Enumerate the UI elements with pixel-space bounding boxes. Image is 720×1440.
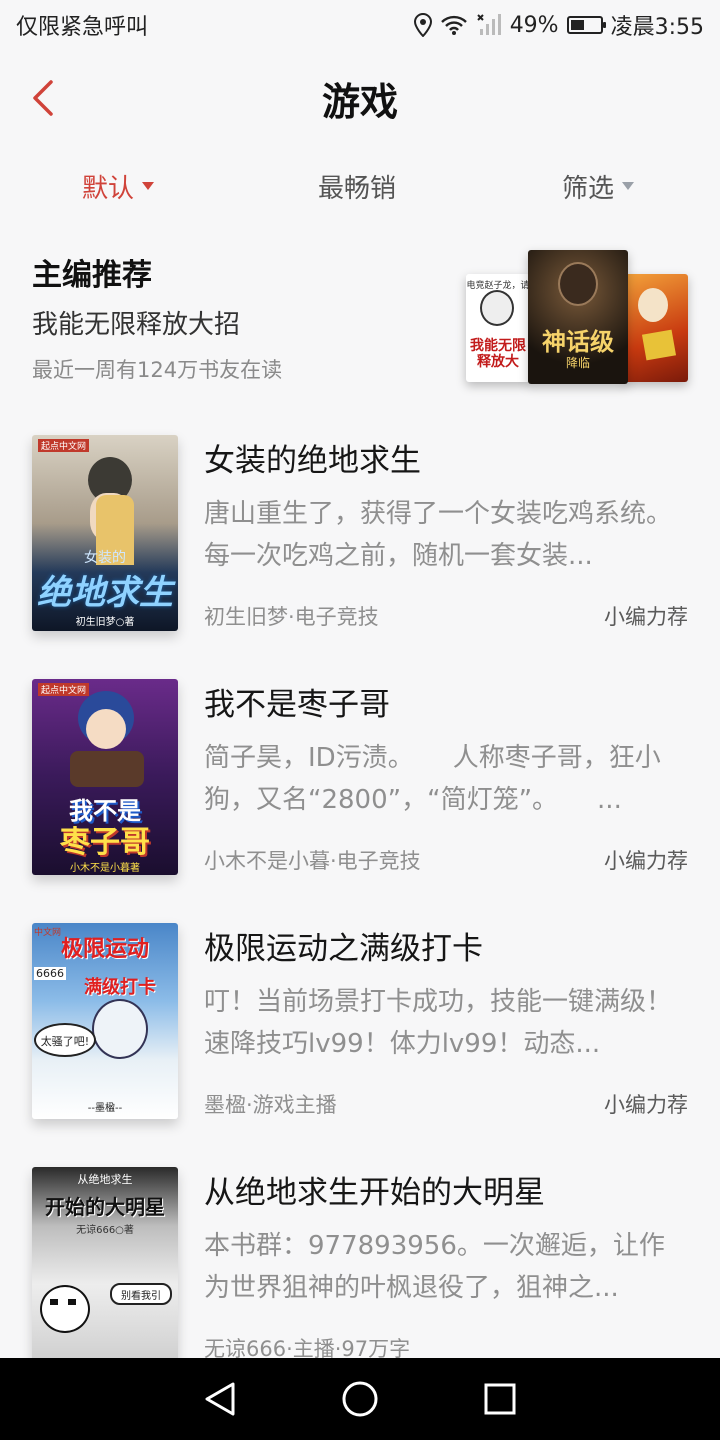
book-title: 我不是枣子哥 — [204, 687, 390, 723]
book-title: 极限运动之满级打卡 — [204, 931, 483, 967]
editor-pick-readers: 最近一周有124万书友在读 — [32, 358, 283, 382]
nav-back-button[interactable] — [192, 1371, 248, 1427]
book-title: 女装的绝地求生 — [204, 443, 421, 479]
battery-percent: 49% — [509, 12, 559, 38]
book-cover: 起点中文网 女装的 绝地求生 初生旧梦○著 — [32, 435, 178, 631]
status-icons: 49% 凌晨3:55 — [413, 9, 704, 41]
signal-icon — [476, 13, 502, 37]
wifi-icon — [440, 14, 468, 36]
location-icon — [413, 13, 432, 37]
stack-cover-left: 电竞赵子龙，请 我能无限释放大 — [466, 274, 530, 382]
book-item[interactable]: 起点中文网 女装的 绝地求生 初生旧梦○著 女装的绝地求生 唐山重生了，获得了一… — [0, 435, 720, 647]
nav-home-button[interactable] — [332, 1371, 388, 1427]
book-cover: 中文网 极限运动 6666 满级打卡 太骚了吧! --墨楹-- — [32, 923, 178, 1119]
stack-cover-right — [624, 274, 688, 382]
tab-bestselling-label: 最畅销 — [318, 173, 397, 204]
header: 游戏 — [0, 50, 720, 146]
book-description: 简子昊，ID污渍。 人称枣子哥，狂小狗，又名“2800”，“简灯笼”。 ... — [204, 743, 661, 815]
navigation-bar — [0, 1358, 720, 1440]
book-meta: 初生旧梦·电子竞技 — [204, 605, 379, 629]
book-item[interactable]: 起点中文网 我不是 枣子哥 小木不是小暮著 我不是枣子哥 简子昊，ID污渍。 人… — [0, 679, 720, 891]
tab-default[interactable]: 默认 — [82, 160, 155, 212]
cover-stack: 电竞赵子龙，请 我能无限释放大 神话级 降临 — [466, 248, 690, 388]
editor-pick[interactable]: 主编推荐 我能无限释放大招 最近一周有124万书友在读 电竞赵子龙，请 我能无限… — [0, 240, 720, 400]
book-meta: 墨楹·游戏主播 — [204, 1093, 337, 1117]
book-description: 叮！当前场景打卡成功，技能一键满级！速降技巧lv99！体力lv99！动态... — [204, 987, 673, 1059]
battery-icon — [566, 16, 606, 34]
tab-filter[interactable]: 筛选 — [562, 160, 635, 212]
recommend-tag: 小编力荐 — [604, 1093, 688, 1117]
back-button[interactable] — [22, 76, 62, 120]
back-icon — [205, 1382, 235, 1416]
carrier-text: 仅限紧急呼叫 — [16, 15, 149, 40]
book-title: 从绝地求生开始的大明星 — [204, 1175, 545, 1211]
book-item[interactable]: 中文网 极限运动 6666 满级打卡 太骚了吧! --墨楹-- 极限运动之满级打… — [0, 923, 720, 1135]
stack-cover-center: 神话级 降临 — [528, 250, 628, 384]
recommend-tag: 小编力荐 — [604, 849, 688, 873]
page-title: 游戏 — [321, 78, 398, 124]
caret-down-icon — [622, 182, 635, 190]
recents-icon — [484, 1383, 516, 1415]
recommend-tag: 小编力荐 — [604, 605, 688, 629]
caret-down-icon — [142, 182, 155, 190]
tab-filter-label: 筛选 — [562, 173, 615, 204]
book-item[interactable]: 从绝地求生 开始的大明星 无谅666○著 别看我引 从绝地求生开始的大明星 本书… — [0, 1167, 720, 1379]
nav-recents-button[interactable] — [472, 1371, 528, 1427]
book-meta: 小木不是小暮·电子竞技 — [204, 849, 421, 873]
book-description: 唐山重生了，获得了一个女装吃鸡系统。每一次吃鸡之前，随机一套女装... — [204, 499, 673, 571]
tab-default-label: 默认 — [82, 173, 135, 204]
editor-pick-book: 我能无限释放大招 — [32, 310, 241, 340]
tab-bestselling[interactable]: 最畅销 — [318, 160, 396, 212]
editor-pick-heading: 主编推荐 — [32, 258, 152, 293]
chevron-left-icon — [33, 80, 53, 116]
book-cover: 从绝地求生 开始的大明星 无谅666○著 别看我引 — [32, 1167, 178, 1363]
home-icon — [342, 1381, 378, 1417]
filter-tabs: 默认 最畅销 筛选 — [0, 160, 720, 212]
book-description: 本书群：977893956。一次邂逅，让作为世界狙神的叶枫退役了，狙神之... — [204, 1231, 665, 1303]
book-cover: 起点中文网 我不是 枣子哥 小木不是小暮著 — [32, 679, 178, 875]
status-bar: 仅限紧急呼叫 49% 凌晨3:55 — [0, 0, 720, 50]
clock: 凌晨3:55 — [610, 15, 704, 40]
